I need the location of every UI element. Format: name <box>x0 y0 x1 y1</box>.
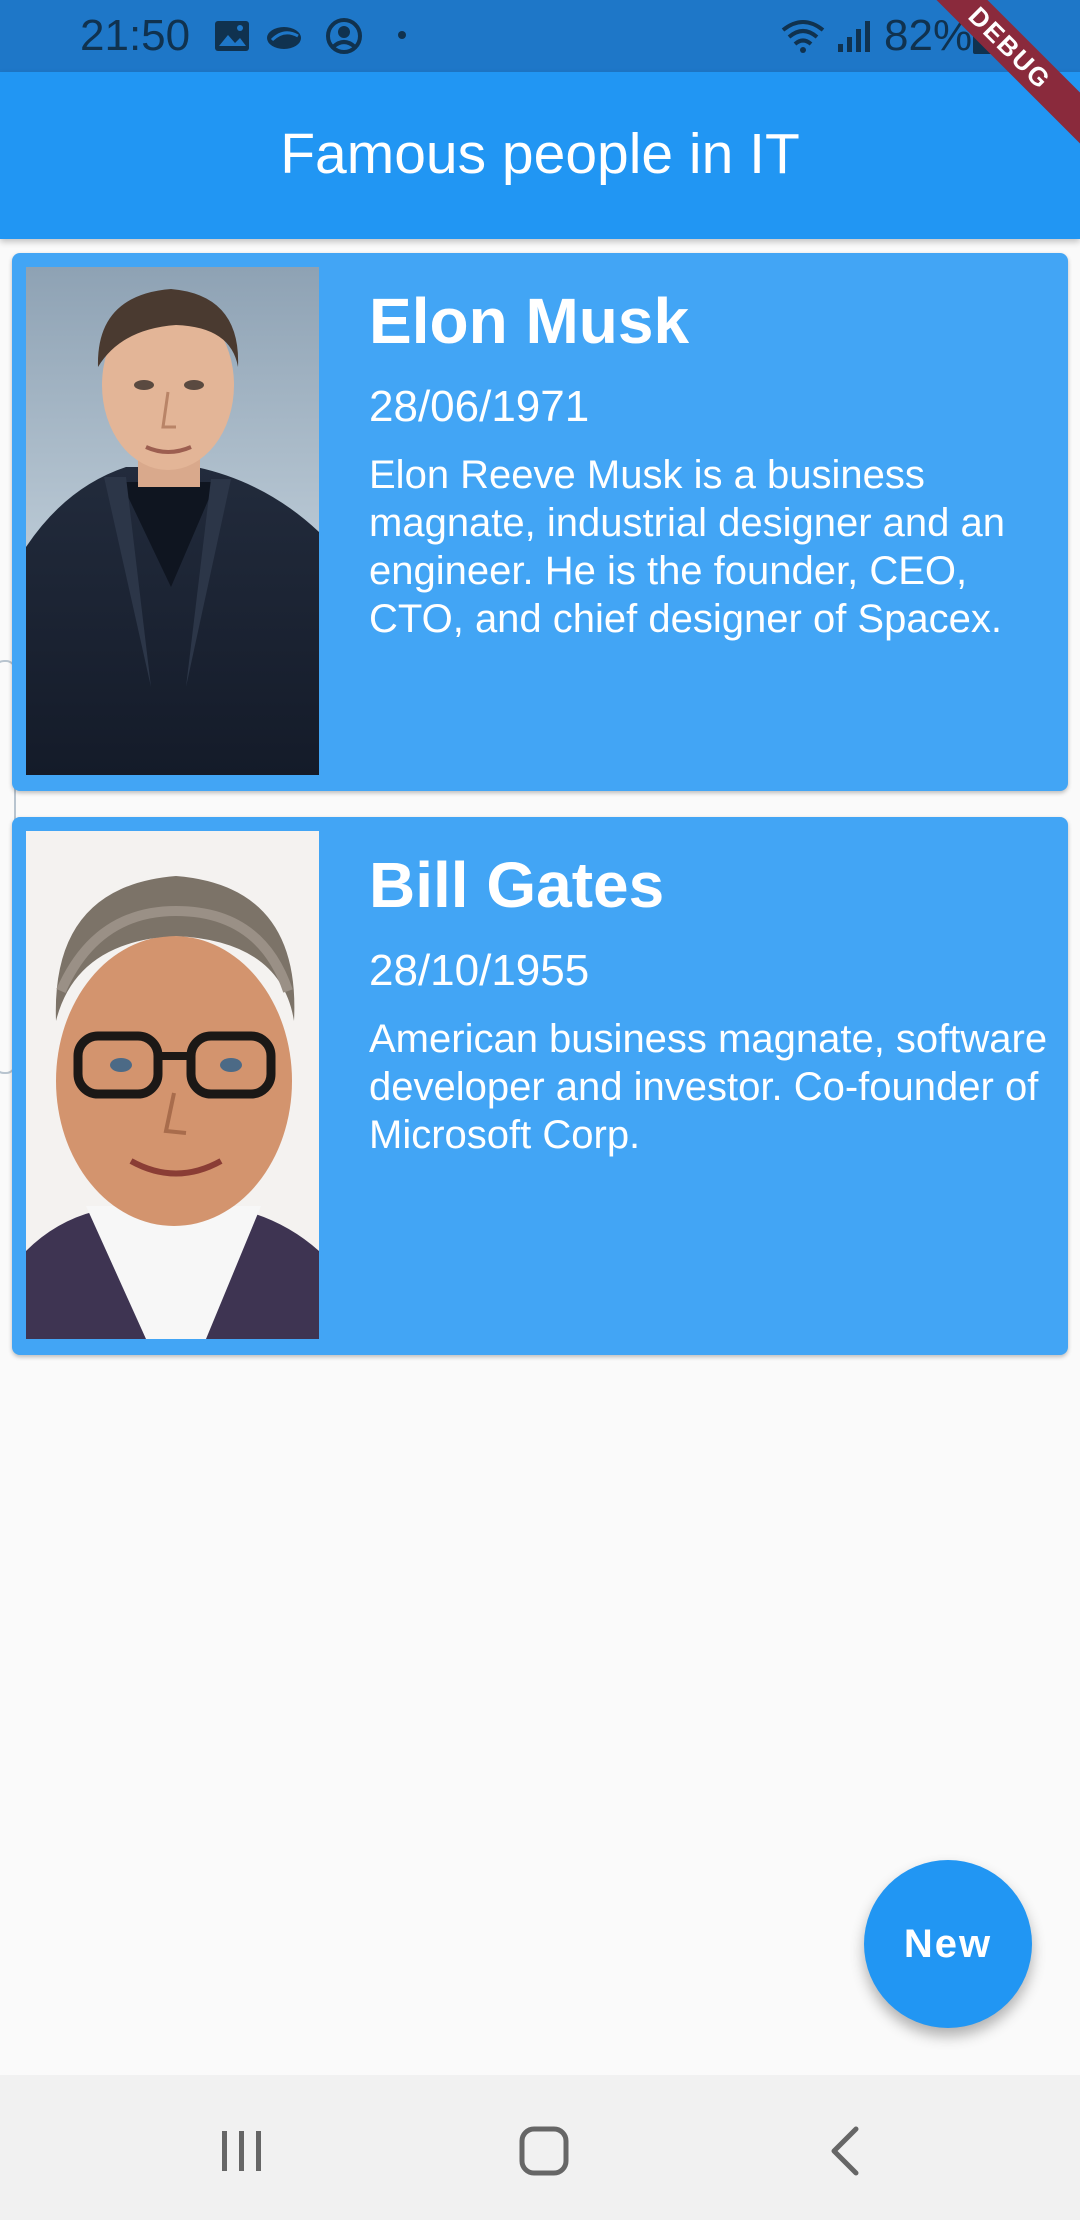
app-bar: Famous people in IT <box>0 72 1080 239</box>
back-icon[interactable] <box>806 2111 886 2191</box>
notification-dot <box>398 31 406 39</box>
account-circle-icon <box>326 18 362 54</box>
page-title: Famous people in IT <box>280 122 800 186</box>
recent-apps-icon[interactable] <box>202 2111 282 2191</box>
person-name: Elon Musk <box>369 285 690 357</box>
status-bar: 21:50 82% <box>0 0 1080 72</box>
navigation-bar <box>0 2075 1080 2220</box>
person-birth-date: 28/06/1971 <box>369 382 590 431</box>
person-card-body: Elon Musk 28/06/1971 Elon Reeve Musk is … <box>369 283 1056 643</box>
person-description: American business magnate, software deve… <box>369 1017 1048 1157</box>
person-birth-date: 28/10/1955 <box>369 946 590 995</box>
home-icon[interactable] <box>504 2111 584 2191</box>
person-photo <box>26 831 319 1339</box>
new-person-button[interactable]: New <box>864 1860 1032 2028</box>
person-card[interactable]: Bill Gates 28/10/1955 American business … <box>12 817 1068 1355</box>
signal-icon <box>838 21 870 52</box>
person-card-body: Bill Gates 28/10/1955 American business … <box>369 847 1056 1159</box>
image-icon <box>215 21 249 51</box>
person-name: Bill Gates <box>369 849 665 921</box>
cloud-icon <box>267 27 301 49</box>
wifi-icon <box>781 20 825 53</box>
person-description: Elon Reeve Musk is a business magnate, i… <box>369 453 1005 641</box>
person-card[interactable]: Elon Musk 28/06/1971 Elon Reeve Musk is … <box>12 253 1068 791</box>
status-time: 21:50 <box>80 11 191 60</box>
person-photo <box>26 267 319 775</box>
